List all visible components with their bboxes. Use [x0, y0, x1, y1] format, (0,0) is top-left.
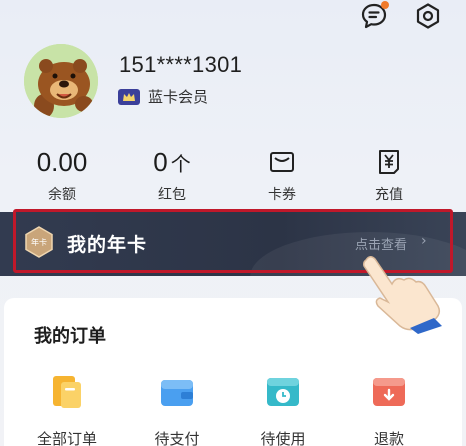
membership-label: 蓝卡会员	[148, 88, 209, 106]
order-refund-label: 退款	[373, 430, 404, 446]
pointing-hand-icon	[363, 256, 442, 334]
recharge-label: 充值	[375, 187, 403, 203]
all-orders-icon	[53, 376, 81, 408]
order-all-button[interactable]: 全部订单	[22, 372, 112, 446]
order-unused-label: 待使用	[260, 430, 306, 446]
red-packet-unit: 个	[170, 154, 191, 176]
balance-stat[interactable]: 0.00 余额	[12, 146, 112, 204]
balance-value: 0.00	[36, 147, 88, 177]
clock-icon	[267, 378, 299, 406]
balance-label: 余额	[48, 187, 76, 203]
recharge-stat[interactable]: 充值	[339, 146, 439, 204]
red-packet-value: 0	[153, 147, 168, 177]
notification-dot	[381, 1, 389, 9]
yuan-recharge-icon	[379, 150, 399, 174]
ticket-icon	[270, 152, 294, 172]
bear-avatar-icon	[24, 44, 98, 118]
refund-icon	[373, 378, 405, 406]
avatar[interactable]	[24, 44, 98, 118]
coupons-label: 卡券	[268, 187, 296, 203]
order-all-label: 全部订单	[36, 430, 97, 446]
coupons-stat[interactable]: 卡券	[232, 146, 332, 204]
order-unused-button[interactable]: 待使用	[238, 372, 328, 446]
red-packet-label: 红包	[158, 187, 186, 203]
phone-number: 151****1301	[119, 52, 243, 77]
wallet-icon	[161, 380, 193, 406]
order-unpaid-label: 待支付	[154, 430, 200, 446]
crown-icon	[118, 88, 140, 105]
hexagon-gear-icon	[416, 3, 440, 29]
orders-title: 我的订单	[34, 326, 106, 347]
red-packet-stat[interactable]: 0个 红包	[122, 146, 222, 204]
membership-badge[interactable]: 蓝卡会员	[118, 86, 208, 107]
settings-button[interactable]	[414, 2, 442, 30]
order-refund-button[interactable]: 退款	[344, 372, 434, 446]
order-unpaid-button[interactable]: 待支付	[132, 372, 222, 446]
